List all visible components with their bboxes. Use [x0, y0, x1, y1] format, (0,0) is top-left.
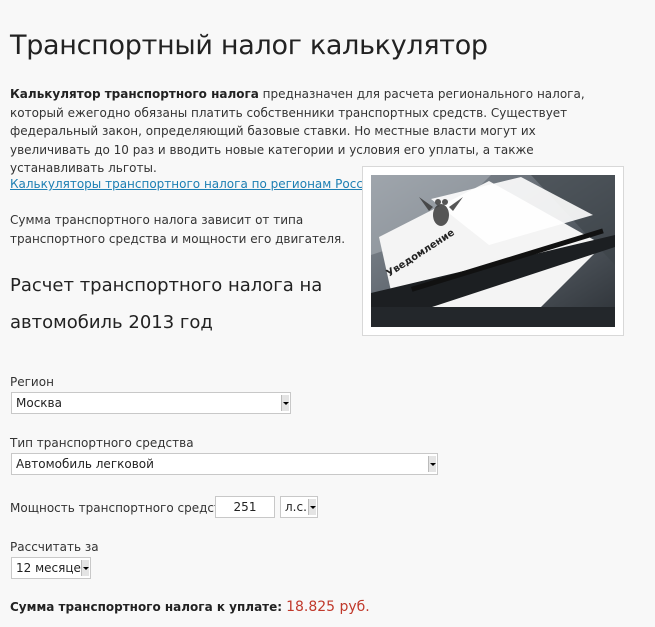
- tax-result: Сумма транспортного налога к уплате: 18.8…: [10, 599, 370, 615]
- page-title: Транспортный налог калькулятор: [10, 30, 488, 61]
- sum-description: Сумма транспортного налога зависит от ти…: [10, 213, 346, 246]
- result-label: Сумма транспортного налога к уплате:: [10, 600, 283, 614]
- region-label: Регион: [10, 375, 54, 389]
- power-label: Мощность транспортного средства: [10, 501, 236, 515]
- vehicle-type-select[interactable]: Автомобиль легковой: [11, 453, 438, 475]
- power-unit-value: л.с.: [285, 500, 307, 514]
- period-dropdown-arrow-icon[interactable]: [81, 560, 89, 576]
- region-dropdown-arrow-icon[interactable]: [281, 395, 289, 411]
- period-select-value: 12 месяцев: [16, 561, 88, 575]
- power-unit-dropdown-arrow-icon[interactable]: [308, 499, 316, 515]
- region-select-value: Москва: [16, 396, 62, 410]
- period-label: Рассчитать за: [10, 540, 99, 554]
- power-unit-select[interactable]: л.с.: [280, 496, 318, 518]
- vehicle-type-label: Тип транспортного средства: [10, 436, 194, 450]
- regions-link[interactable]: Калькуляторы транспортного налога по рег…: [10, 177, 379, 191]
- intro-paragraph: Калькулятор транспортного налога предназ…: [10, 85, 610, 178]
- vehicle-type-select-value: Автомобиль легковой: [16, 457, 154, 471]
- result-amount: 18.825 руб.: [286, 599, 370, 615]
- intro-bold-text: Калькулятор транспортного налога: [10, 87, 259, 101]
- tax-notice-photo: Уведомление: [362, 166, 624, 336]
- region-select[interactable]: Москва: [11, 392, 291, 414]
- vehicle-type-dropdown-arrow-icon[interactable]: [428, 456, 436, 472]
- notice-under-wiper-image: Уведомление: [371, 175, 615, 327]
- period-select[interactable]: 12 месяцев: [11, 557, 91, 579]
- section-subtitle: Расчет транспортного налога на автомобил…: [10, 275, 323, 333]
- power-input[interactable]: 251: [215, 496, 275, 518]
